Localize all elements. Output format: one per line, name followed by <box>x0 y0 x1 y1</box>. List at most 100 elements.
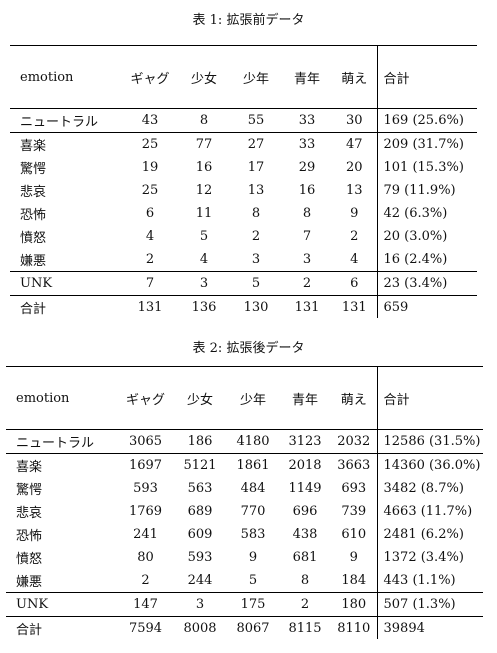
cell-value: 610 <box>341 527 367 542</box>
row-label: 憤怒 <box>16 552 43 567</box>
table1-caption: 表 1: 拡張前データ <box>192 13 305 28</box>
row-total: 659 <box>376 295 477 318</box>
row-total: 12586 (31.5%) <box>376 429 483 454</box>
cell-value: 43 <box>141 113 159 128</box>
cell-value: 11 <box>195 206 213 221</box>
cell-value: 8 <box>251 206 261 221</box>
cell-value: 7 <box>122 271 178 296</box>
row-label: 喜楽 <box>10 132 122 156</box>
row-total: 4663 (11.7%) <box>376 500 483 523</box>
cell-value: 130 <box>230 295 282 318</box>
cell-value: 9 <box>349 550 358 565</box>
cell-value: 3 <box>173 592 227 617</box>
cell-value: 3663 <box>331 453 377 477</box>
cell-value: 9 <box>350 206 359 221</box>
cell-value: 693 <box>341 481 367 496</box>
row-label: ニュートラル <box>16 436 95 451</box>
table1-header-gag: ギャグ <box>122 45 178 109</box>
cell-value: 4 <box>145 229 155 244</box>
table1: emotion ギャグ 少女 少年 青年 萌え 合計 ニュートラル 43 8 5… <box>10 45 477 318</box>
cell-value: 8 <box>199 113 209 128</box>
cell-value: 681 <box>292 550 318 565</box>
cell-value: 1149 <box>288 481 322 496</box>
table-row: 合計 131 136 130 131 131 659 <box>10 295 477 318</box>
cell-value: 5121 <box>173 453 227 477</box>
cell-value: 13 <box>247 183 265 198</box>
table-row: 悲哀 1769 689 770 696 739 4663 (11.7%) <box>6 500 483 523</box>
row-total: 169 (25.6%) <box>376 108 477 133</box>
table-row: 合計 7594 8008 8067 8115 8110 39894 <box>6 616 483 639</box>
cell-value: 8 <box>302 206 312 221</box>
cell-value: 131 <box>332 295 377 318</box>
cell-value: 80 <box>137 550 154 565</box>
row-label: 嫌悪 <box>16 575 43 590</box>
cell-value: 27 <box>230 132 282 156</box>
cell-value: 175 <box>227 592 279 617</box>
cell-value: 438 <box>292 527 318 542</box>
cell-value: 7 <box>302 229 312 244</box>
row-total: 16 (2.4%) <box>376 248 477 272</box>
table-row: 憤怒 4 5 2 7 2 20 (3.0%) <box>10 225 477 248</box>
table-row: ニュートラル 3065 186 4180 3123 2032 12586 (31… <box>6 429 483 454</box>
cell-value: 1697 <box>118 453 173 477</box>
cell-value: 12 <box>195 183 213 198</box>
table-row: 喜楽 1697 5121 1861 2018 3663 14360 (36.0%… <box>6 453 483 477</box>
cell-value: 583 <box>240 527 266 542</box>
row-total: 2481 (6.2%) <box>376 523 483 546</box>
cell-value: 5 <box>230 271 282 296</box>
table1-header-shoujo: 少女 <box>178 45 230 109</box>
row-label: 恐怖 <box>20 208 47 223</box>
cell-value: 131 <box>122 295 178 318</box>
row-total: 209 (31.7%) <box>376 132 477 156</box>
cell-value: 8115 <box>279 616 331 639</box>
row-total: 42 (6.3%) <box>376 202 477 225</box>
cell-value: 4180 <box>236 434 270 449</box>
table2-header-total: 合計 <box>376 366 483 430</box>
table-row: 憤怒 80 593 9 681 9 1372 (3.4%) <box>6 546 483 569</box>
row-label: ニュートラル <box>20 115 99 130</box>
table-row: 恐怖 6 11 8 8 9 42 (6.3%) <box>10 202 477 225</box>
cell-value: 8008 <box>173 616 227 639</box>
table-row: 嫌悪 2 4 3 3 4 16 (2.4%) <box>10 248 477 272</box>
row-label: 悲哀 <box>20 185 47 200</box>
cell-value: 8067 <box>227 616 279 639</box>
row-total: 101 (15.3%) <box>376 156 477 179</box>
table-row: 恐怖 241 609 583 438 610 2481 (6.2%) <box>6 523 483 546</box>
cell-value: 136 <box>178 295 230 318</box>
cell-value: 2 <box>279 592 331 617</box>
cell-value: 3 <box>178 271 230 296</box>
cell-value: 563 <box>187 481 213 496</box>
cell-value: 484 <box>240 481 266 496</box>
cell-value: 25 <box>122 132 178 156</box>
cell-value: 696 <box>292 504 318 519</box>
row-label: 驚愕 <box>20 162 47 177</box>
table2-header-moe: 萌え <box>331 366 377 430</box>
cell-value: 29 <box>298 160 316 175</box>
cell-value: 8 <box>300 573 310 588</box>
row-label: 喜楽 <box>6 453 118 477</box>
row-total: 23 (3.4%) <box>376 271 477 296</box>
cell-value: 609 <box>187 527 213 542</box>
cell-value: 593 <box>187 550 213 565</box>
cell-value: 9 <box>248 550 258 565</box>
cell-value: 1769 <box>128 504 163 519</box>
cell-value: 47 <box>332 132 377 156</box>
cell-value: 16 <box>195 160 213 175</box>
cell-value: 1861 <box>227 453 279 477</box>
table2-header-gag: ギャグ <box>118 366 173 430</box>
table1-header-shounen: 少年 <box>230 45 282 109</box>
cell-value: 147 <box>118 592 173 617</box>
table1-header-emotion: emotion <box>10 45 122 109</box>
row-label: UNK <box>6 592 118 617</box>
cell-value: 5 <box>248 573 258 588</box>
cell-value: 3 <box>251 252 261 267</box>
row-total: 507 (1.3%) <box>376 592 483 617</box>
cell-value: 2018 <box>279 453 331 477</box>
cell-value: 6 <box>145 206 155 221</box>
table2-header-shoujo: 少女 <box>173 366 227 430</box>
cell-value: 2032 <box>337 434 371 449</box>
cell-value: 180 <box>331 592 377 617</box>
row-label: 嫌悪 <box>20 254 47 269</box>
table-row: 嫌悪 2 244 5 8 184 443 (1.1%) <box>6 569 483 593</box>
table1-header-seinen: 青年 <box>282 45 332 109</box>
